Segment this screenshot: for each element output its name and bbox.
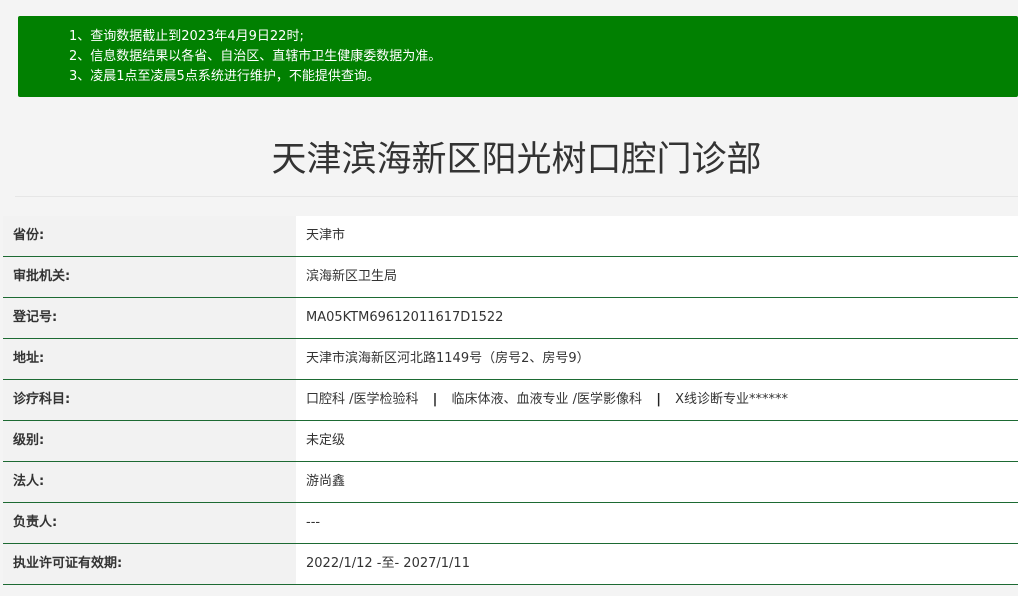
value-legal-representative: 游尚鑫 [296,462,1018,502]
label-approval-authority: 审批机关: [3,257,296,297]
label-level: 级别: [3,421,296,461]
value-registration-number: MA05KTM69612011617D1522 [296,298,1018,338]
department-item-2: 临床体液、血液专业 /医学影像科 [451,392,643,407]
value-license-validity: 2022/1/12 -至- 2027/1/11 [296,544,1018,584]
label-address: 地址: [3,339,296,379]
row-province: 省份: 天津市 [3,216,1018,257]
value-approval-authority: 滨海新区卫生局 [296,257,1018,297]
department-item-3: X线诊断专业****** [675,392,788,407]
value-person-in-charge: --- [296,503,1018,543]
notice-line-2: 2、信息数据结果以各省、自治区、直辖市卫生健康委数据为准。 [69,49,442,64]
row-address: 地址: 天津市滨海新区河北路1149号（房号2、房号9） [3,339,1018,380]
department-separator-2: | [656,392,661,407]
row-departments: 诊疗科目: 口腔科 /医学检验科 | 临床体液、血液专业 /医学影像科 | X线… [3,380,1018,421]
label-legal-representative: 法人: [3,462,296,502]
row-registration-number: 登记号: MA05KTM69612011617D1522 [3,298,1018,339]
notice-line-1: 1、查询数据截止到2023年4月9日22时; [69,29,304,44]
department-item-1: 口腔科 /医学检验科 [306,392,419,407]
value-address: 天津市滨海新区河北路1149号（房号2、房号9） [296,339,1018,379]
row-level: 级别: 未定级 [3,421,1018,462]
row-person-in-charge: 负责人: --- [3,503,1018,544]
value-province: 天津市 [296,216,1018,256]
row-license-validity: 执业许可证有效期: 2022/1/12 -至- 2027/1/11 [3,544,1018,585]
label-person-in-charge: 负责人: [3,503,296,543]
value-level: 未定级 [296,421,1018,461]
row-approval-authority: 审批机关: 滨海新区卫生局 [3,257,1018,298]
title-section: 天津滨海新区阳光树口腔门诊部 [15,120,1018,197]
info-table: 省份: 天津市 审批机关: 滨海新区卫生局 登记号: MA05KTM696120… [3,216,1018,585]
label-province: 省份: [3,216,296,256]
label-license-validity: 执业许可证有效期: [3,544,296,584]
department-separator-1: | [432,392,438,407]
label-departments: 诊疗科目: [3,380,296,420]
page: 1、查询数据截止到2023年4月9日22时; 2、信息数据结果以各省、自治区、直… [0,0,1018,596]
label-registration-number: 登记号: [3,298,296,338]
value-departments: 口腔科 /医学检验科 | 临床体液、血液专业 /医学影像科 | X线诊断专业**… [296,380,1018,420]
notice-banner: 1、查询数据截止到2023年4月9日22时; 2、信息数据结果以各省、自治区、直… [18,16,1018,97]
notice-line-3: 3、凌晨1点至凌晨5点系统进行维护，不能提供查询。 [69,69,380,84]
page-title: 天津滨海新区阳光树口腔门诊部 [271,140,762,180]
row-legal-representative: 法人: 游尚鑫 [3,462,1018,503]
